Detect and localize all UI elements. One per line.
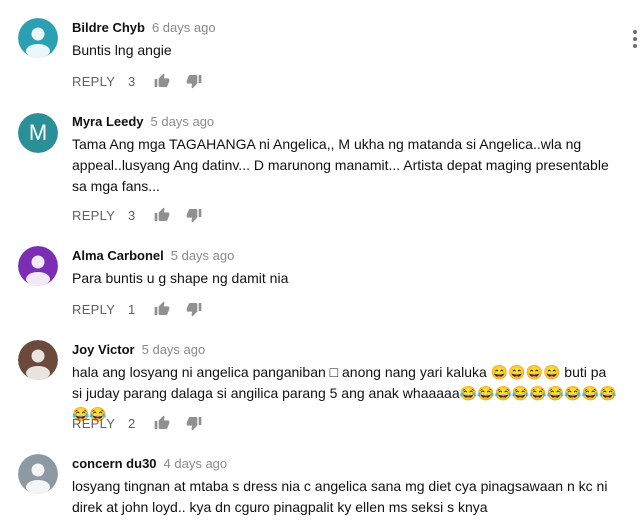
avatar[interactable]: [18, 246, 58, 286]
comment-author[interactable]: Myra Leedy: [72, 114, 144, 129]
comment-timestamp[interactable]: 6 days ago: [152, 20, 216, 35]
avatar[interactable]: M: [18, 113, 58, 153]
comment-timestamp[interactable]: 5 days ago: [171, 248, 235, 263]
like-count: 3: [128, 207, 136, 223]
reply-button[interactable]: REPLY: [72, 74, 128, 89]
comment-author[interactable]: Bildre Chyb: [72, 20, 145, 35]
comment-timestamp[interactable]: 4 days ago: [164, 456, 228, 471]
comment-author[interactable]: Alma Carbonel: [72, 248, 164, 263]
person-avatar-icon: [18, 454, 58, 494]
comment-text: Para buntis u g shape ng damit nia: [72, 270, 289, 286]
avatar[interactable]: [18, 454, 58, 494]
thumb-down-icon[interactable]: [186, 415, 202, 431]
thumb-up-icon[interactable]: [154, 207, 170, 223]
comment-text: Buntis lng angie: [72, 42, 172, 58]
comment-author[interactable]: concern du30: [72, 456, 157, 471]
comment-timestamp[interactable]: 5 days ago: [142, 342, 206, 357]
thumb-down-icon[interactable]: [186, 207, 202, 223]
more-options-icon[interactable]: [632, 30, 638, 48]
like-count: 1: [128, 301, 136, 317]
reply-button[interactable]: REPLY: [72, 302, 128, 317]
thumb-up-icon[interactable]: [154, 73, 170, 89]
thumb-down-icon[interactable]: [186, 73, 202, 89]
like-count: 2: [128, 415, 136, 431]
reply-button[interactable]: REPLY: [72, 208, 128, 223]
person-avatar-icon: [18, 246, 58, 286]
thumb-down-icon[interactable]: [186, 301, 202, 317]
comment-author[interactable]: Joy Victor: [72, 342, 135, 357]
comment-timestamp[interactable]: 5 days ago: [151, 114, 215, 129]
avatar[interactable]: [18, 340, 58, 380]
comment-text: Tama Ang mga TAGAHANGA ni Angelica,, M u…: [72, 136, 609, 194]
person-avatar-icon: [18, 18, 58, 58]
thumb-up-icon[interactable]: [154, 301, 170, 317]
thumb-up-icon[interactable]: [154, 415, 170, 431]
avatar[interactable]: [18, 18, 58, 58]
like-count: 3: [128, 73, 136, 89]
avatar-letter: M: [18, 113, 58, 153]
comment-text: losyang tingnan at mtaba s dress nia c a…: [72, 478, 608, 515]
reply-button[interactable]: REPLY: [72, 416, 128, 431]
person-avatar-icon: [18, 340, 58, 380]
